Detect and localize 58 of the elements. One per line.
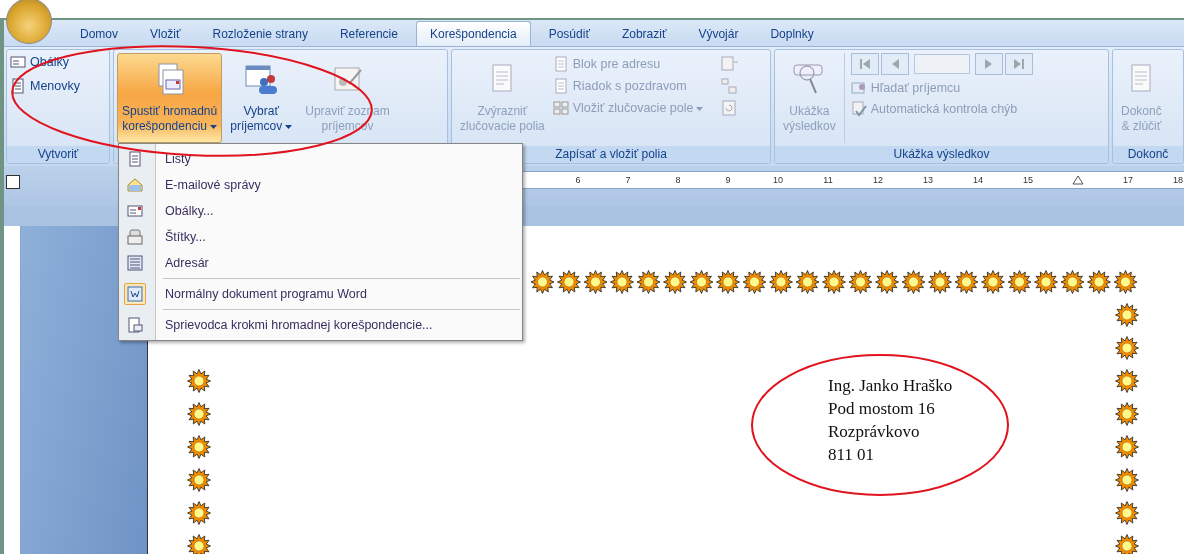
menu-item[interactable]: Obálky...: [119, 198, 522, 224]
caret-icon: [696, 106, 704, 111]
ribbon-button[interactable]: Menovky: [10, 78, 81, 94]
indent-marker-icon[interactable]: [1072, 175, 1084, 185]
person-search-icon: [850, 80, 867, 96]
match-fields-icon: [720, 78, 739, 94]
group-label: Vytvoriť: [7, 146, 109, 163]
grid-icon: [552, 100, 569, 116]
ribbon-tab[interactable]: Korešpondencia: [415, 21, 531, 46]
first-icon: [857, 58, 872, 70]
group-label: Dokonč: [1113, 146, 1183, 163]
menu-item[interactable]: Adresár: [119, 250, 522, 276]
ruler-number: 13: [922, 175, 934, 185]
document-icon: [552, 56, 569, 72]
office-button[interactable]: [6, 0, 52, 44]
ribbon-tab[interactable]: Referencie: [325, 21, 412, 46]
caret-icon: [285, 124, 293, 129]
ribbon-tab[interactable]: Posúdiť: [534, 21, 604, 46]
previous-record-button[interactable]: [880, 53, 909, 75]
address-line: Rozprávkovo: [828, 421, 920, 443]
last-record-button[interactable]: [1004, 53, 1033, 75]
ribbon-tab[interactable]: Zobraziť: [607, 21, 681, 46]
envelope-icon: [10, 54, 26, 70]
group-label: Ukážka výsledkov: [775, 146, 1108, 163]
ruler-number: 14: [972, 175, 984, 185]
ruler-number: 6: [574, 175, 582, 185]
address-line: 811 01: [828, 444, 875, 466]
ribbon-tab[interactable]: Rozloženie strany: [198, 21, 322, 46]
ruler-number: 12: [872, 175, 884, 185]
menu-item[interactable]: E-mailové správy: [119, 172, 522, 198]
document-icon: [552, 78, 569, 94]
ruler-number: 8: [674, 175, 682, 185]
ruler-number: 7: [624, 175, 632, 185]
check-icon: [850, 101, 867, 117]
ruler-number: 11: [822, 175, 834, 185]
ruler-toggle-button[interactable]: [6, 175, 20, 189]
ribbon-tab[interactable]: Vývojár: [684, 21, 753, 46]
address-line: Pod mostom 16: [828, 398, 935, 420]
menu-item[interactable]: Štítky...: [119, 224, 522, 250]
last-icon: [1011, 58, 1026, 70]
ruler-number: 9: [724, 175, 732, 185]
ribbon-button[interactable]: Spustiť hromadnú korešpondenciu: [117, 53, 223, 143]
people-table-icon: [244, 62, 279, 96]
rules-icon: [720, 56, 739, 72]
ruler-number: 10: [772, 175, 784, 185]
ribbon-tab[interactable]: Vložiť: [136, 21, 195, 46]
address-line: Ing. Janko Hraško: [828, 375, 953, 397]
ruler-number: 15: [1022, 175, 1034, 185]
next-record-button[interactable]: [974, 53, 1003, 75]
update-labels-icon: [720, 100, 739, 116]
ruler-number: 18: [1172, 175, 1184, 185]
ruler-number: 17: [1122, 175, 1134, 185]
first-record-button[interactable]: [850, 53, 879, 75]
ribbon-tab[interactable]: Domov: [66, 21, 132, 46]
caret-icon: [210, 124, 217, 129]
ribbon-tab[interactable]: Doplnky: [756, 21, 828, 46]
ribbon-button[interactable]: Vybrať príjemcov: [225, 53, 298, 143]
document-icon: [10, 78, 26, 94]
